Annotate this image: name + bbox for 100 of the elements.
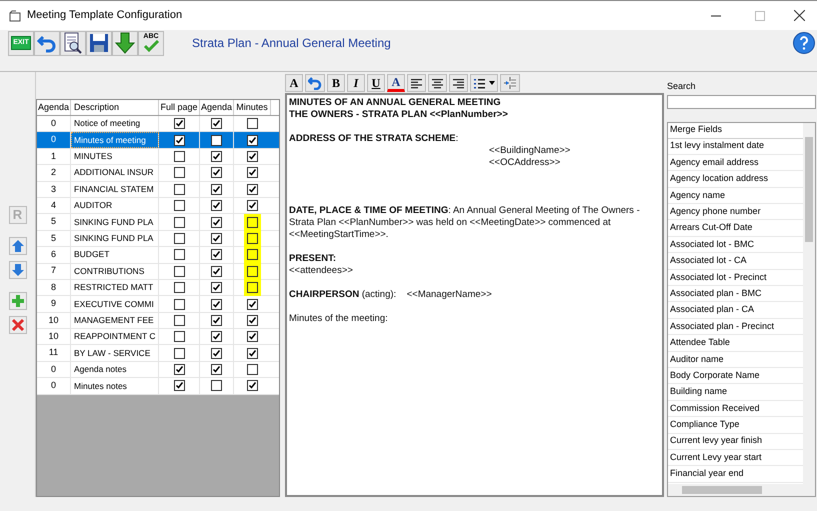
grid-row[interactable]: 3 FINANCIAL STATEM: [37, 182, 279, 198]
grid-row[interactable]: 0 Minutes of meeting: [37, 132, 279, 149]
import-button[interactable]: [112, 30, 138, 56]
checkbox[interactable]: [174, 167, 184, 178]
up-button[interactable]: [8, 237, 26, 255]
table-cell: SINKING FUND PLA: [71, 230, 159, 246]
column-header[interactable]: Agenda: [200, 100, 234, 115]
checkbox[interactable]: [174, 331, 184, 342]
checkbox[interactable]: [247, 118, 258, 130]
grid-row[interactable]: 0 Agenda notes: [37, 362, 279, 378]
document-editor[interactable]: [285, 93, 664, 497]
checkbox[interactable]: [211, 167, 222, 178]
checkbox[interactable]: [211, 364, 222, 376]
checkbox[interactable]: [174, 364, 184, 376]
grid-row[interactable]: 0 Notice of meeting: [37, 116, 279, 132]
checkbox[interactable]: [247, 184, 258, 195]
checkbox[interactable]: [247, 249, 258, 260]
checkbox[interactable]: [247, 364, 258, 376]
checkbox[interactable]: [247, 134, 258, 146]
grid-row[interactable]: 8 RESTRICTED MATT: [37, 280, 279, 296]
checkbox[interactable]: [174, 200, 184, 212]
grid-row[interactable]: 2 ADDITIONAL INSUR: [37, 165, 279, 182]
italic-button[interactable]: I: [347, 74, 365, 92]
checkbox[interactable]: [247, 200, 258, 212]
bold-button[interactable]: B: [327, 74, 345, 92]
grid-row[interactable]: 6 BUDGET: [37, 247, 279, 264]
checkbox[interactable]: [247, 216, 258, 228]
search-field[interactable]: [667, 94, 816, 108]
checkbox[interactable]: [211, 134, 222, 146]
align-right-button[interactable]: [449, 74, 468, 92]
checkbox[interactable]: [247, 167, 258, 178]
vertical-scrollbar[interactable]: [803, 122, 815, 484]
align-center-button[interactable]: [428, 74, 447, 92]
column-header[interactable]: Description: [71, 100, 159, 115]
checkbox[interactable]: [174, 348, 184, 359]
font-color-button[interactable]: A: [387, 74, 405, 92]
checkbox[interactable]: [174, 249, 184, 260]
grid-row[interactable]: 1 MINUTES: [37, 148, 279, 166]
checkbox[interactable]: [247, 298, 258, 310]
checkbox[interactable]: [174, 298, 184, 310]
checkbox[interactable]: [211, 331, 222, 342]
bullet-list-button[interactable]: [470, 74, 498, 92]
grid-row[interactable]: 11 BY LAW - SERVICE: [37, 345, 279, 362]
grid-row[interactable]: 10 REAPPOINTMENT C: [37, 329, 279, 346]
down-button[interactable]: [8, 261, 26, 279]
checkbox[interactable]: [174, 314, 184, 326]
help-icon: [798, 36, 810, 50]
save-button[interactable]: [86, 30, 112, 56]
align-left-button[interactable]: [407, 74, 426, 92]
checkbox[interactable]: [174, 134, 184, 146]
horizontal-scrollbar[interactable]: [668, 484, 815, 496]
checkbox[interactable]: [211, 298, 222, 310]
checkbox[interactable]: [247, 266, 258, 277]
grid-row[interactable]: 5 SINKING FUND PLA: [37, 230, 279, 248]
checkbox[interactable]: [174, 380, 184, 392]
checkbox[interactable]: [211, 200, 222, 212]
checkbox[interactable]: [247, 331, 258, 342]
checkbox[interactable]: [211, 380, 222, 392]
undo-button[interactable]: [305, 74, 325, 92]
grid-row[interactable]: 5 SINKING FUND PLA: [37, 214, 279, 231]
checkbox[interactable]: [174, 282, 184, 294]
checkbox[interactable]: [211, 184, 222, 195]
checkbox[interactable]: [174, 150, 184, 162]
checkbox[interactable]: [211, 314, 222, 326]
checkbox[interactable]: [247, 150, 258, 162]
grid-row[interactable]: 9 EXECUTIVE COMMI: [37, 296, 279, 313]
checkbox[interactable]: [174, 184, 184, 195]
checkbox[interactable]: [211, 216, 222, 228]
bullet-list-icon: [473, 78, 486, 88]
delete-button[interactable]: [8, 316, 26, 334]
checkbox[interactable]: [247, 314, 258, 326]
underline-button[interactable]: U: [367, 74, 385, 92]
checkbox[interactable]: [211, 282, 222, 294]
checkbox[interactable]: [174, 232, 184, 244]
checkbox[interactable]: [247, 282, 258, 294]
preview-button[interactable]: [60, 30, 86, 56]
close-icon[interactable]: [794, 10, 805, 21]
checkbox[interactable]: [211, 118, 222, 130]
checkbox[interactable]: [174, 216, 184, 228]
undo-button[interactable]: [34, 30, 60, 56]
checkbox[interactable]: [174, 266, 184, 277]
grid-row[interactable]: 7 CONTRIBUTIONS: [37, 264, 279, 280]
checkbox[interactable]: [211, 249, 222, 260]
grid-row[interactable]: 4 AUDITOR: [37, 198, 279, 214]
column-header[interactable]: Full page: [159, 100, 200, 115]
page-break-button[interactable]: [500, 74, 520, 92]
grid-row[interactable]: 0 Minutes notes: [37, 378, 279, 395]
font-button[interactable]: A: [285, 74, 303, 92]
checkbox[interactable]: [211, 150, 222, 162]
checkbox[interactable]: [247, 232, 258, 244]
column-header[interactable]: Minutes: [234, 100, 271, 115]
checkbox[interactable]: [211, 266, 222, 277]
checkbox[interactable]: [211, 232, 222, 244]
grid-row[interactable]: 10 MANAGEMENT FEE: [37, 312, 279, 330]
checkbox[interactable]: [211, 348, 222, 359]
column-header[interactable]: Agenda: [37, 100, 71, 115]
checkbox[interactable]: [247, 380, 258, 392]
help-button[interactable]: [793, 32, 815, 54]
checkbox[interactable]: [174, 118, 184, 130]
checkbox[interactable]: [247, 348, 258, 359]
